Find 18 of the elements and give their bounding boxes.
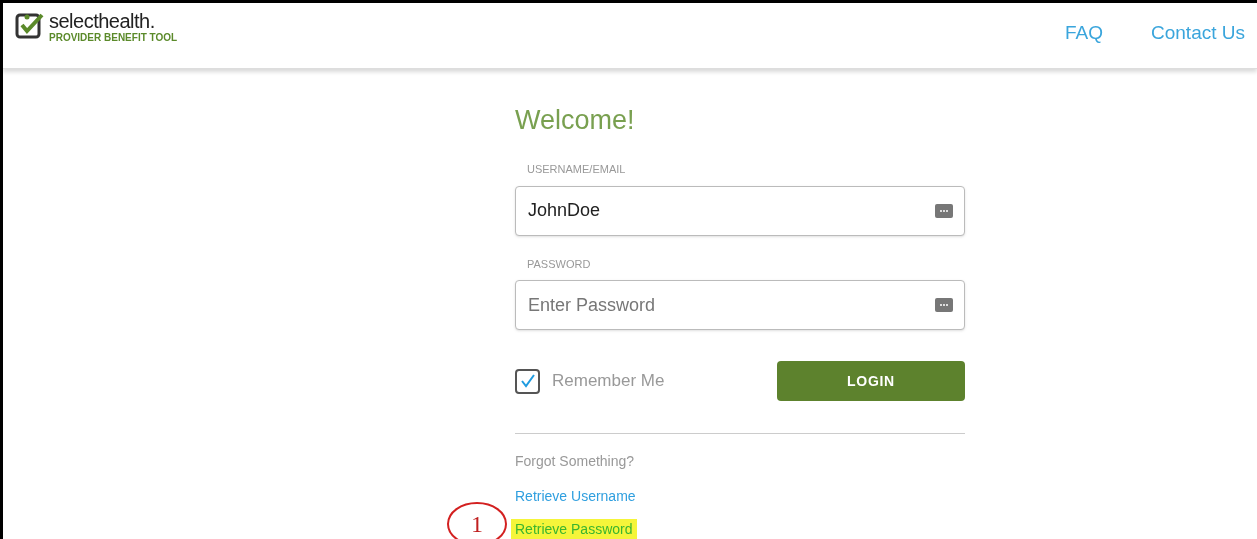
nav-link[interactable]: FAQ: [1065, 19, 1103, 48]
nav-link[interactable]: Contact Us: [1151, 19, 1245, 48]
remember-checkbox[interactable]: [515, 368, 540, 394]
forgot-heading: Forgot Something?: [515, 452, 636, 471]
welcome-heading: Welcome!: [515, 107, 636, 134]
field-label: USERNAME/EMAIL: [527, 162, 627, 177]
brand-subtitle: PROVIDER BENEFIT TOOL: [49, 33, 178, 43]
input-field[interactable]: JohnDoe: [515, 185, 965, 236]
field-label: PASSWORD: [527, 256, 592, 272]
password-manager-icon[interactable]: [935, 298, 953, 312]
input-field[interactable]: Enter Password: [515, 280, 965, 330]
remember-label: Remember Me: [552, 370, 665, 393]
retrieve-link[interactable]: Retrieve Password: [511, 519, 637, 539]
retrieve-link[interactable]: Retrieve Username: [515, 488, 636, 504]
checkmark-icon: [519, 374, 536, 388]
brand-name: selecthealth.: [49, 11, 156, 31]
checkmark-logo-icon: [15, 11, 45, 39]
login-button[interactable]: LOGIN: [777, 361, 965, 401]
